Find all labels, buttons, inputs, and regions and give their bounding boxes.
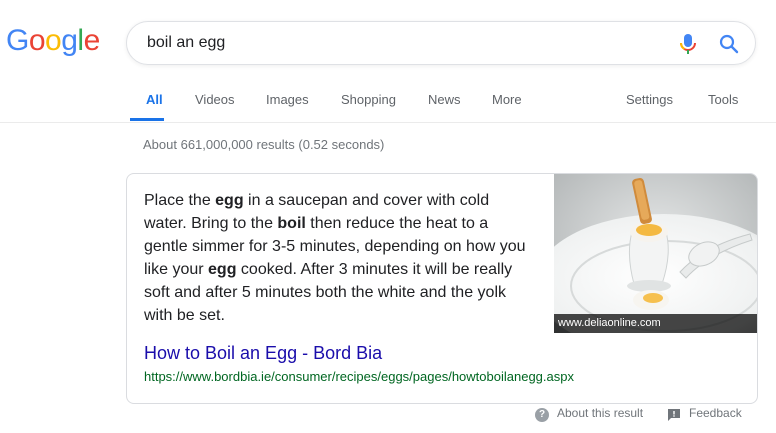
about-this-result-link[interactable]: About this result	[557, 406, 643, 420]
question-icon[interactable]: ?	[535, 408, 549, 422]
snippet-keyword: boil	[277, 215, 306, 232]
tab-all[interactable]: All	[146, 92, 163, 107]
snippet-image[interactable]: www.deliaonline.com	[554, 174, 757, 333]
tab-tools[interactable]: Tools	[708, 92, 738, 107]
tab-videos[interactable]: Videos	[195, 92, 235, 107]
snippet-keyword: egg	[208, 261, 237, 278]
featured-snippet: Place the egg in a saucepan and cover wi…	[126, 173, 758, 404]
google-logo[interactable]: Google	[6, 22, 100, 60]
result-title-link[interactable]: How to Boil an Egg - Bord Bia	[144, 343, 382, 364]
logo-letter: G	[6, 24, 29, 57]
search-bar	[126, 21, 756, 65]
search-tabs: All Videos Images Shopping News More Set…	[0, 80, 776, 123]
logo-letter: g	[61, 24, 78, 57]
snippet-keyword: egg	[215, 192, 244, 209]
boiled-egg-photo	[554, 174, 757, 333]
active-tab-indicator	[130, 118, 164, 121]
tab-settings[interactable]: Settings	[626, 92, 673, 107]
image-source-caption: www.deliaonline.com	[554, 314, 757, 333]
microphone-icon[interactable]	[678, 33, 698, 55]
feedback-icon[interactable]	[667, 408, 681, 422]
tab-more[interactable]: More	[492, 92, 522, 107]
tab-news[interactable]: News	[428, 92, 461, 107]
tab-shopping[interactable]: Shopping	[341, 92, 396, 107]
logo-letter: e	[83, 24, 101, 57]
feedback-link[interactable]: Feedback	[689, 406, 742, 420]
snippet-text: Place the egg in a saucepan and cover wi…	[144, 189, 534, 327]
snippet-text-part: Place the	[144, 192, 216, 209]
search-input[interactable]	[147, 22, 647, 64]
tab-images[interactable]: Images	[266, 92, 309, 107]
result-stats: About 661,000,000 results (0.52 seconds)	[143, 137, 385, 152]
search-icon[interactable]	[718, 33, 740, 55]
logo-letter: o	[45, 24, 62, 57]
result-url: https://www.bordbia.ie/consumer/recipes/…	[144, 369, 574, 384]
logo-letter: o	[28, 24, 46, 57]
